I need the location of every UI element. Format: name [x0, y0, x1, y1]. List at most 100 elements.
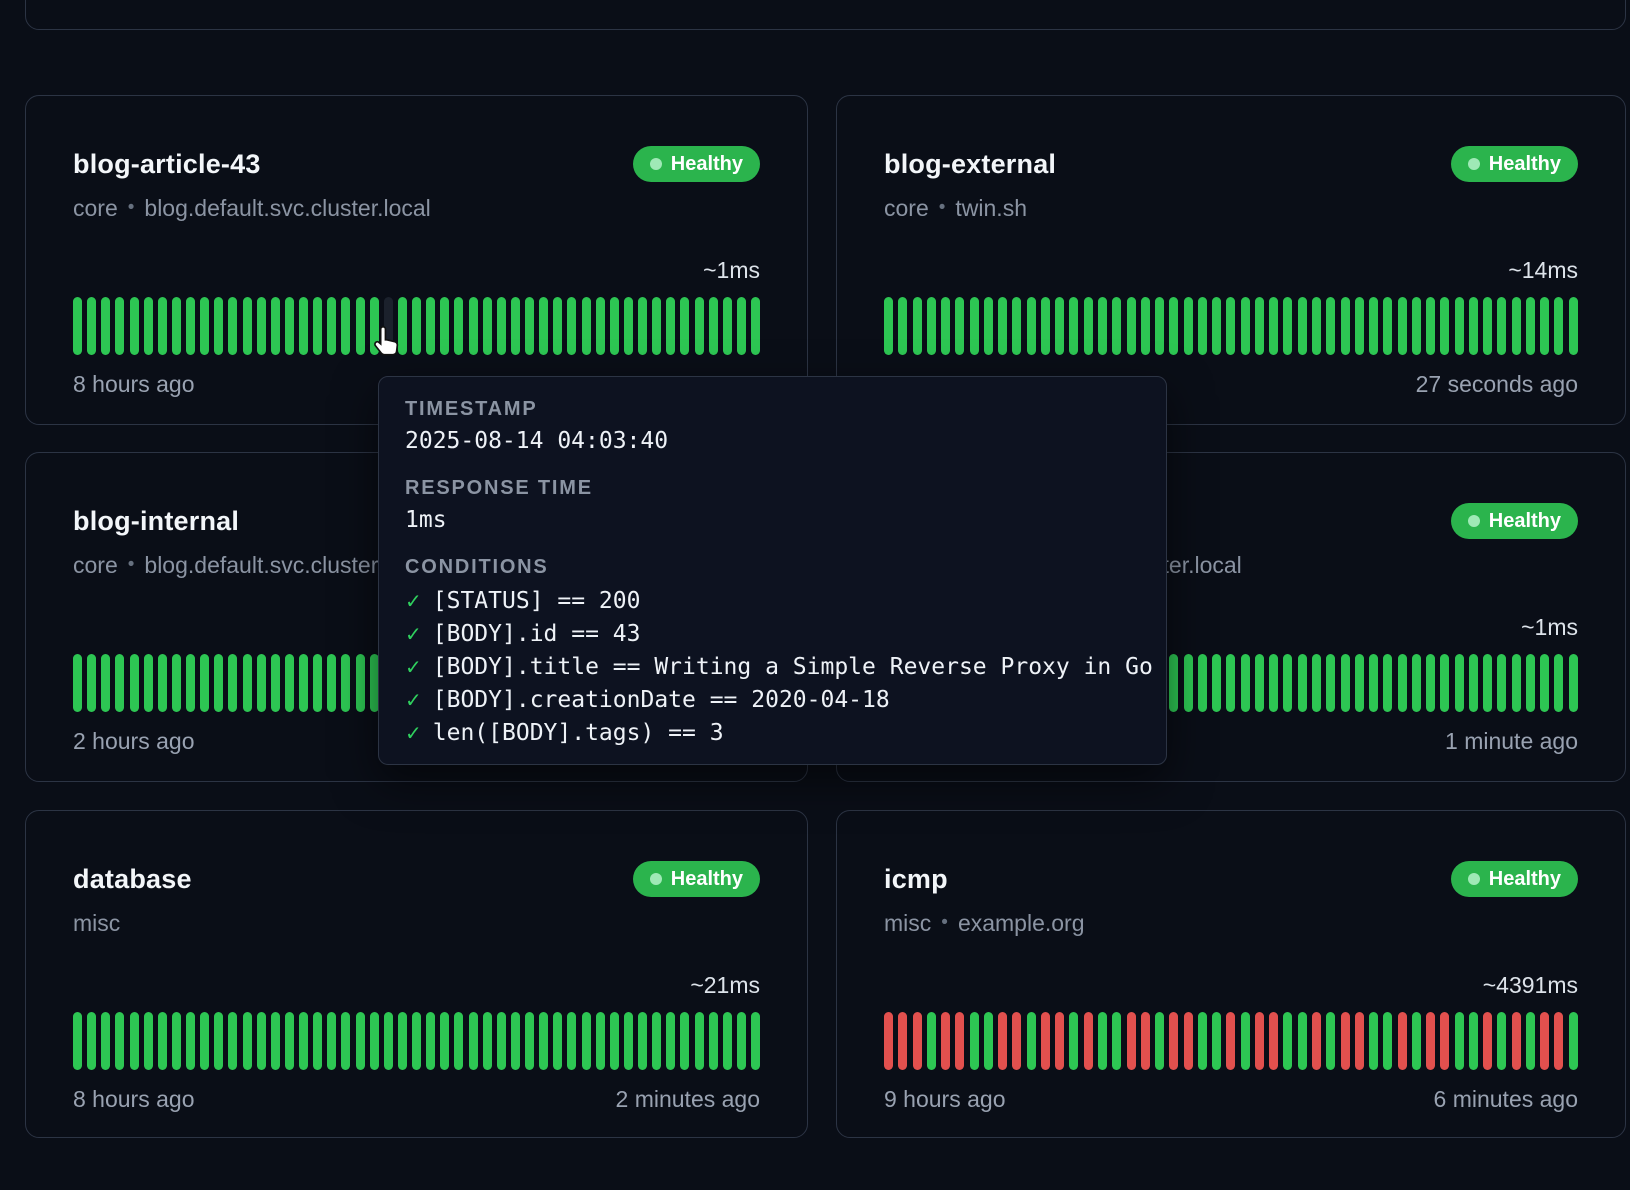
service-card[interactable]: databaseHealthymisc~21ms8 hours ago2 min… — [25, 810, 808, 1138]
uptime-bar[interactable] — [1512, 1012, 1521, 1070]
uptime-bar[interactable] — [941, 297, 950, 355]
uptime-bar[interactable] — [970, 297, 979, 355]
uptime-bar[interactable] — [1112, 1012, 1121, 1070]
uptime-bar[interactable] — [1455, 1012, 1464, 1070]
uptime-bar[interactable] — [172, 654, 181, 712]
uptime-bar[interactable] — [1455, 654, 1464, 712]
uptime-bar[interactable] — [200, 654, 209, 712]
uptime-bar[interactable] — [1398, 1012, 1407, 1070]
uptime-bar[interactable] — [1055, 1012, 1064, 1070]
uptime-bar[interactable] — [1112, 297, 1121, 355]
uptime-bar[interactable] — [271, 654, 280, 712]
uptime-bar[interactable] — [1426, 297, 1435, 355]
uptime-bar[interactable] — [723, 297, 732, 355]
uptime-bar[interactable] — [1383, 1012, 1392, 1070]
uptime-bar[interactable] — [1483, 297, 1492, 355]
uptime-bar[interactable] — [1497, 297, 1506, 355]
uptime-bar[interactable] — [737, 1012, 746, 1070]
uptime-bar[interactable] — [1526, 1012, 1535, 1070]
uptime-bar[interactable] — [144, 654, 153, 712]
uptime-bar[interactable] — [582, 297, 591, 355]
uptime-bar[interactable] — [158, 297, 167, 355]
uptime-bar[interactable] — [1369, 654, 1378, 712]
uptime-bar[interactable] — [1540, 1012, 1549, 1070]
uptime-bar[interactable] — [101, 1012, 110, 1070]
uptime-bar[interactable] — [243, 654, 252, 712]
uptime-bar[interactable] — [624, 1012, 633, 1070]
uptime-bar[interactable] — [1326, 297, 1335, 355]
uptime-bar[interactable] — [1169, 654, 1178, 712]
uptime-bar[interactable] — [172, 1012, 181, 1070]
uptime-bar[interactable] — [1412, 654, 1421, 712]
uptime-bar[interactable] — [984, 297, 993, 355]
uptime-bar[interactable] — [539, 297, 548, 355]
uptime-bar[interactable] — [440, 1012, 449, 1070]
uptime-bar[interactable] — [723, 1012, 732, 1070]
uptime-bar[interactable] — [454, 1012, 463, 1070]
uptime-bar[interactable] — [1141, 297, 1150, 355]
uptime-bar[interactable] — [1512, 654, 1521, 712]
uptime-bar[interactable] — [884, 1012, 893, 1070]
uptime-bar[interactable] — [898, 1012, 907, 1070]
uptime-bar[interactable] — [709, 1012, 718, 1070]
uptime-bar[interactable] — [1255, 1012, 1264, 1070]
uptime-bar[interactable] — [299, 1012, 308, 1070]
uptime-bar[interactable] — [1155, 297, 1164, 355]
uptime-bar[interactable] — [1027, 297, 1036, 355]
uptime-bar[interactable] — [553, 297, 562, 355]
uptime-bar[interactable] — [214, 654, 223, 712]
uptime-bar[interactable] — [115, 654, 124, 712]
uptime-bar[interactable] — [1012, 297, 1021, 355]
uptime-bar[interactable] — [898, 297, 907, 355]
uptime-bar[interactable] — [1027, 1012, 1036, 1070]
uptime-bar[interactable] — [327, 1012, 336, 1070]
uptime-bar[interactable] — [1127, 1012, 1136, 1070]
uptime-bar[interactable] — [1212, 297, 1221, 355]
uptime-bar[interactable] — [1483, 654, 1492, 712]
uptime-bar[interactable] — [1455, 297, 1464, 355]
uptime-bar[interactable] — [1326, 1012, 1335, 1070]
uptime-bar[interactable] — [1283, 297, 1292, 355]
uptime-bar[interactable] — [158, 1012, 167, 1070]
uptime-bar[interactable] — [257, 297, 266, 355]
uptime-bar[interactable] — [228, 297, 237, 355]
uptime-bar[interactable] — [1383, 297, 1392, 355]
uptime-bar[interactable] — [1184, 1012, 1193, 1070]
uptime-bar[interactable] — [1226, 654, 1235, 712]
uptime-bar[interactable] — [73, 297, 82, 355]
uptime-bar[interactable] — [412, 1012, 421, 1070]
uptime-bar[interactable] — [596, 1012, 605, 1070]
uptime-bar[interactable] — [200, 1012, 209, 1070]
uptime-bar[interactable] — [1298, 297, 1307, 355]
uptime-bar[interactable] — [1184, 654, 1193, 712]
uptime-bar[interactable] — [567, 1012, 576, 1070]
uptime-bar[interactable] — [115, 297, 124, 355]
uptime-bar[interactable] — [1241, 297, 1250, 355]
uptime-bar[interactable] — [955, 297, 964, 355]
uptime-bar[interactable] — [1084, 1012, 1093, 1070]
service-card[interactable]: icmpHealthymisc•example.org~4391ms9 hour… — [836, 810, 1626, 1138]
uptime-bar[interactable] — [1341, 297, 1350, 355]
uptime-bar[interactable] — [1540, 297, 1549, 355]
uptime-bar[interactable] — [469, 1012, 478, 1070]
uptime-bar[interactable] — [87, 654, 96, 712]
uptime-bar[interactable] — [115, 1012, 124, 1070]
uptime-bar[interactable] — [186, 297, 195, 355]
uptime-bar[interactable] — [1269, 654, 1278, 712]
uptime-bar[interactable] — [553, 1012, 562, 1070]
uptime-bar[interactable] — [1355, 1012, 1364, 1070]
uptime-bar[interactable] — [984, 1012, 993, 1070]
uptime-bar[interactable] — [1483, 1012, 1492, 1070]
uptime-bar[interactable] — [666, 1012, 675, 1070]
uptime-bar[interactable] — [1084, 297, 1093, 355]
uptime-bar[interactable] — [370, 1012, 379, 1070]
uptime-bar[interactable] — [356, 297, 365, 355]
uptime-bar[interactable] — [1155, 1012, 1164, 1070]
uptime-bar[interactable] — [927, 297, 936, 355]
uptime-bar[interactable] — [172, 297, 181, 355]
uptime-bar[interactable] — [1198, 654, 1207, 712]
uptime-bar[interactable] — [567, 297, 576, 355]
uptime-bar[interactable] — [1255, 654, 1264, 712]
uptime-bar[interactable] — [1497, 654, 1506, 712]
uptime-bar[interactable] — [1041, 1012, 1050, 1070]
